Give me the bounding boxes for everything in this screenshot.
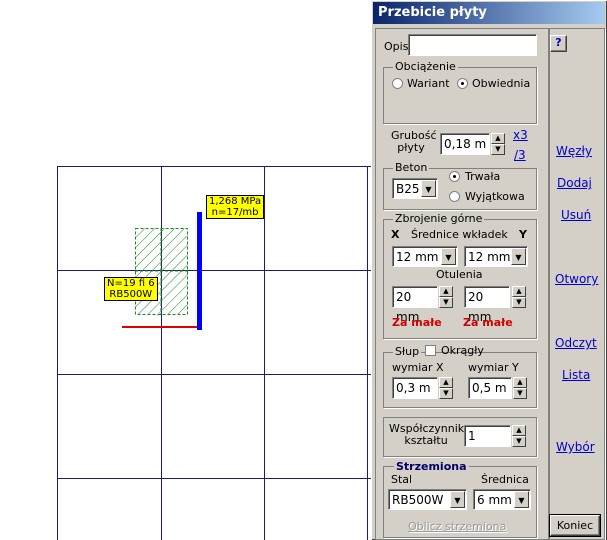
force-bar [197, 212, 202, 330]
column-hatch [135, 228, 188, 315]
grid-line [367, 166, 368, 540]
reinf-y-label: Y [519, 228, 527, 241]
cover-y-warning: Za małe [463, 316, 513, 329]
load-group [383, 67, 537, 124]
reinf-diam-y-select[interactable]: 12 mm ▼ [464, 246, 528, 267]
add-link[interactable]: Dodaj [557, 176, 592, 190]
grid-line [57, 166, 371, 167]
load-group-label: Obciążenie [393, 60, 458, 73]
load-envelope-label[interactable]: Obwiednia [472, 78, 530, 90]
dim-x-input[interactable]: 0,3 m [392, 377, 438, 399]
thickness-div3-link[interactable]: /3 [514, 148, 526, 162]
stirrups-diameter-value: 6 mm [477, 493, 512, 507]
dialog-title: Przebicie płyty [373, 2, 605, 24]
stirrups-steel-value: RB500W [392, 493, 444, 507]
remove-link[interactable]: Usuń [561, 208, 591, 222]
reinf-diam-x-value: 12 mm [396, 250, 439, 264]
stirrups-steel-label: Stal [391, 473, 413, 486]
cover-y-input[interactable]: 20 mm [464, 286, 510, 324]
reinforcement-label: N=19 fi 6 RB500W [104, 277, 158, 301]
grid-line [57, 166, 58, 540]
dropdown-arrow-icon[interactable]: ▼ [450, 491, 465, 508]
grid-line [57, 374, 371, 375]
concrete-permanent-label[interactable]: Trwała [465, 171, 500, 183]
reinf-diam-y-value: 12 mm [468, 250, 511, 264]
dim-x-spinner[interactable]: ▲ ▼ [439, 377, 453, 399]
punching-dialog: Przebicie płyty ? Opis Obciążenie Warian… [371, 0, 607, 540]
description-label: Opis [384, 40, 409, 53]
cover-label: Otulenia [436, 268, 483, 281]
dropdown-arrow-icon[interactable]: ▼ [421, 180, 436, 197]
help-button[interactable]: ? [550, 35, 567, 52]
reinf-count: N=19 fi 6 [107, 278, 155, 289]
thickness-label-line2: płyty [397, 141, 425, 154]
thickness-input[interactable]: 0,18 m [440, 133, 490, 155]
dropdown-arrow-icon[interactable]: ▼ [441, 248, 456, 265]
close-button[interactable]: Koniec [549, 514, 601, 537]
concrete-class-value: B25 [396, 182, 420, 196]
grid-line [57, 270, 371, 271]
openings-link[interactable]: Otwory [555, 272, 598, 286]
load-envelope-radio[interactable] [457, 78, 468, 89]
shape-factor-input[interactable]: 1 [464, 425, 511, 447]
shape-factor-label-line2: kształtu [404, 434, 448, 447]
reinf-x-label: X [391, 228, 400, 241]
description-input[interactable] [408, 34, 537, 56]
grid-line [161, 166, 162, 540]
nodes-link[interactable]: Węzły [556, 144, 592, 158]
cover-y-spinner[interactable]: ▲ ▼ [512, 286, 526, 308]
stress-value: 1,268 MPa [209, 196, 262, 207]
grid-line [57, 478, 371, 479]
shape-factor-spinner[interactable]: ▲ ▼ [512, 425, 526, 447]
dim-y-input[interactable]: 0,5 m [468, 377, 512, 399]
dim-y-spinner[interactable]: ▲ ▼ [513, 377, 527, 399]
cover-x-warning: Za małe [392, 316, 442, 329]
x-axis-line [122, 326, 200, 328]
stress-label: 1,268 MPa n=17/mb [206, 195, 265, 219]
reinf-diam-x-select[interactable]: 12 mm ▼ [392, 246, 458, 267]
concrete-group-label: Beton [393, 161, 430, 174]
select-link[interactable]: Wybór [556, 440, 595, 454]
read-link[interactable]: Odczyt [555, 336, 597, 350]
reinf-diameters-title: Średnice wkładek [411, 228, 508, 241]
stirrups-diameter-label: Średnica [481, 473, 529, 486]
concrete-exceptional-label[interactable]: Wyjątkowa [465, 191, 525, 203]
dropdown-arrow-icon[interactable]: ▼ [511, 248, 526, 265]
round-column-checkbox[interactable] [425, 345, 436, 356]
concrete-exceptional-radio[interactable] [449, 191, 460, 202]
concrete-permanent-radio[interactable] [449, 171, 460, 182]
concrete-class-select[interactable]: B25 ▼ [392, 178, 438, 199]
round-column-label[interactable]: Okrągły [441, 345, 484, 357]
shape-factor-label: Współczynnik kształtu [389, 423, 464, 447]
load-variant-radio[interactable] [392, 78, 403, 89]
cover-x-input[interactable]: 20 mm [392, 286, 438, 324]
grid-line [264, 166, 265, 540]
list-link[interactable]: Lista [562, 368, 590, 382]
thickness-spinner[interactable]: ▲ ▼ [491, 133, 505, 155]
dropdown-arrow-icon[interactable]: ▼ [514, 491, 529, 508]
top-reinforcement-label: Zbrojenie górne [393, 212, 485, 225]
reinf-steel: RB500W [109, 289, 153, 300]
drawing-canvas[interactable]: 1,268 MPa n=17/mb N=19 fi 6 RB500W [0, 0, 371, 540]
count-value: n=17/mb [211, 207, 259, 218]
stirrups-diameter-select[interactable]: 6 mm ▼ [473, 489, 531, 510]
thickness-label: Grubość płyty [391, 130, 437, 154]
calculate-stirrups-button[interactable]: Oblicz strzemiona [408, 521, 506, 533]
load-variant-label[interactable]: Wariant [407, 78, 450, 90]
thickness-x3-link[interactable]: x3 [513, 128, 528, 142]
stirrups-group-label: Strzemiona [394, 460, 469, 473]
cover-x-spinner[interactable]: ▲ ▼ [439, 286, 453, 308]
column-group-label: Słup [393, 345, 422, 358]
stirrups-steel-select[interactable]: RB500W ▼ [388, 489, 467, 510]
dim-y-label: wymiar Y [468, 361, 519, 374]
dim-x-label: wymiar X [392, 361, 444, 374]
